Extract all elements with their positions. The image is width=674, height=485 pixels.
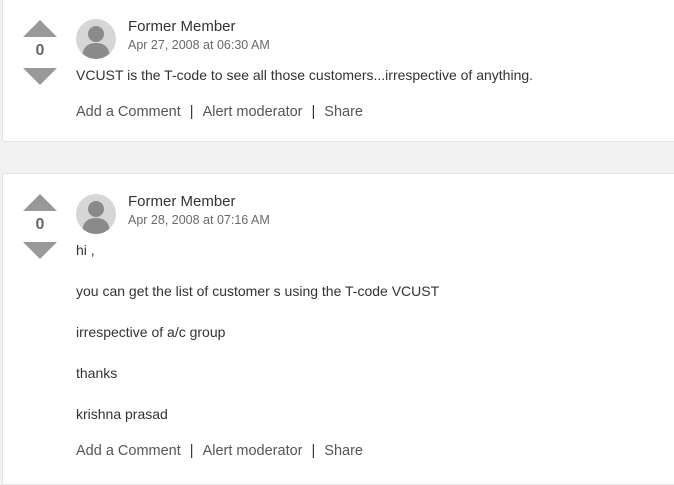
separator: | xyxy=(189,443,194,459)
vote-count: 0 xyxy=(35,42,45,59)
separator: | xyxy=(189,104,194,120)
answer-text-line: krishna prasad xyxy=(76,406,168,422)
alert-moderator-link[interactable]: Alert moderator xyxy=(203,443,303,459)
alert-moderator-link[interactable]: Alert moderator xyxy=(203,104,303,120)
answer-text-line: you can get the list of customer s using… xyxy=(76,283,440,299)
answer-text-line: thanks xyxy=(76,365,118,381)
answer-card: 0 Former Member Apr 28, 2008 at 07:16 AM… xyxy=(2,173,674,485)
upvote-icon[interactable] xyxy=(23,194,57,211)
downvote-icon[interactable] xyxy=(23,242,57,259)
downvote-icon[interactable] xyxy=(23,68,57,85)
answer-text-line: hi , xyxy=(76,242,95,258)
add-comment-link[interactable]: Add a Comment xyxy=(76,443,181,459)
answer-text-line: irrespective of a/c group xyxy=(76,324,226,340)
answer-actions: Add a Comment | Alert moderator | Share xyxy=(76,443,363,459)
share-link[interactable]: Share xyxy=(324,443,363,459)
answer-actions: Add a Comment | Alert moderator | Share xyxy=(76,104,363,120)
post-date: Apr 28, 2008 at 07:16 AM xyxy=(128,213,270,227)
person-icon xyxy=(82,26,110,59)
post-date: Apr 27, 2008 at 06:30 AM xyxy=(128,38,270,52)
vote-count: 0 xyxy=(35,216,45,233)
avatar[interactable] xyxy=(76,194,116,234)
person-icon xyxy=(82,201,110,234)
upvote-icon[interactable] xyxy=(23,20,57,37)
author-name[interactable]: Former Member xyxy=(128,18,236,35)
avatar[interactable] xyxy=(76,19,116,59)
separator: | xyxy=(311,443,316,459)
share-link[interactable]: Share xyxy=(324,104,363,120)
answer-text: VCUST is the T-code to see all those cus… xyxy=(76,67,534,83)
separator: | xyxy=(311,104,316,120)
author-name[interactable]: Former Member xyxy=(128,193,236,210)
add-comment-link[interactable]: Add a Comment xyxy=(76,104,181,120)
answer-card: 0 Former Member Apr 27, 2008 at 06:30 AM… xyxy=(2,0,674,142)
